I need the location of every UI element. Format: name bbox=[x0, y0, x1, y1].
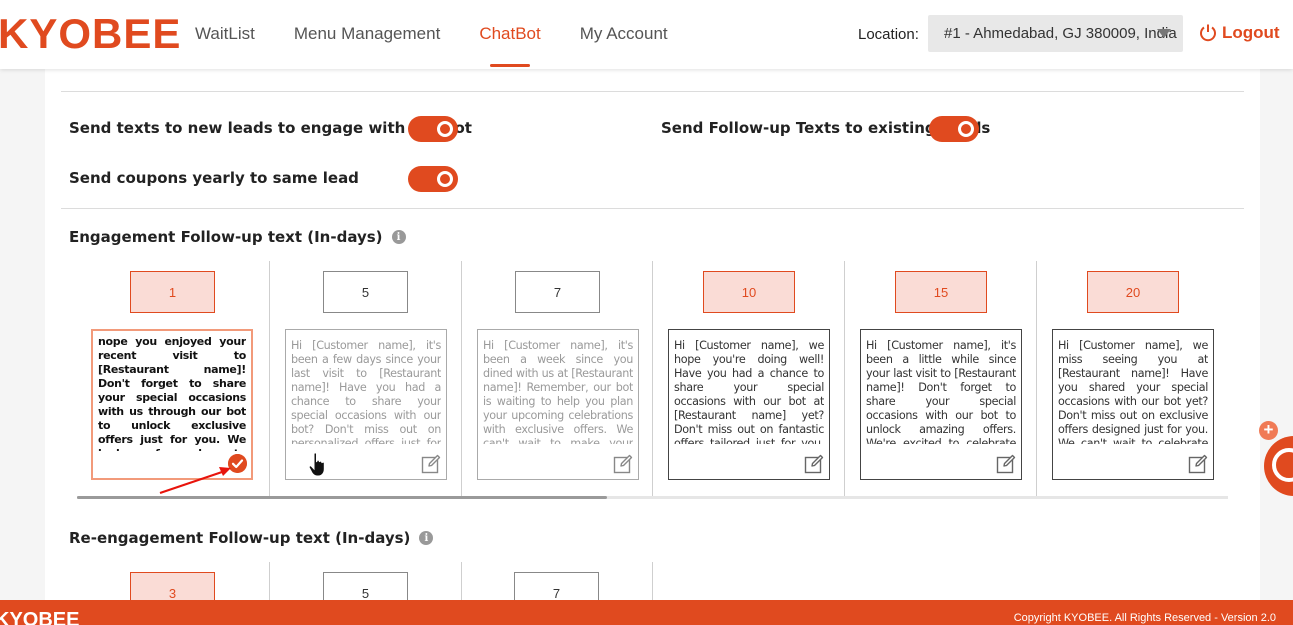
message-box-5: Hi [Customer name], it's been a little w… bbox=[860, 329, 1022, 480]
edit-icon[interactable] bbox=[996, 454, 1016, 474]
column-divider bbox=[652, 261, 653, 497]
plus-icon[interactable]: + bbox=[1259, 421, 1278, 440]
day-input-6[interactable]: 20 bbox=[1087, 271, 1179, 313]
day-input-3[interactable]: 7 bbox=[515, 271, 600, 313]
day-input-5[interactable]: 15 bbox=[895, 271, 987, 313]
message-text-3: Hi [Customer name], it's been a week sin… bbox=[483, 339, 633, 444]
horizontal-scrollbar-thumb[interactable] bbox=[77, 496, 607, 499]
column-divider bbox=[1036, 261, 1037, 497]
divider bbox=[61, 208, 1244, 209]
day-input-1[interactable]: 1 bbox=[130, 271, 215, 313]
edit-icon[interactable] bbox=[1188, 454, 1208, 474]
edit-icon[interactable] bbox=[421, 454, 441, 474]
toggle-coupons-label: Send coupons yearly to same lead bbox=[69, 169, 359, 187]
column-divider bbox=[269, 261, 270, 497]
engagement-title-text: Engagement Follow-up text (In-days) bbox=[69, 228, 383, 246]
message-editor-1[interactable]: nope you enjoyed your recent visit to [R… bbox=[91, 329, 253, 480]
hand-cursor-icon bbox=[308, 452, 325, 477]
message-box-6: Hi [Customer name], we miss seeing you a… bbox=[1052, 329, 1214, 480]
column-divider bbox=[461, 562, 462, 602]
chat-icon[interactable] bbox=[1264, 436, 1293, 496]
divider bbox=[61, 91, 1244, 92]
message-box-4: Hi [Customer name], we hope you're doing… bbox=[668, 329, 830, 480]
location-label: Location: bbox=[858, 26, 919, 43]
toggle-new-leads[interactable] bbox=[408, 116, 458, 142]
location-value: #1 - Ahmedabad, GJ 380009, India bbox=[944, 25, 1177, 42]
engagement-title: Engagement Follow-up text (In-days) i bbox=[69, 228, 406, 246]
nav-waitlist[interactable]: WaitList bbox=[195, 24, 255, 44]
main-nav: WaitList Menu Management ChatBot My Acco… bbox=[195, 24, 707, 67]
message-text-5: Hi [Customer name], it's been a little w… bbox=[866, 339, 1016, 444]
reengagement-title: Re-engagement Follow-up text (In-days) i bbox=[69, 529, 434, 547]
day-input-4[interactable]: 10 bbox=[703, 271, 795, 313]
toggle-coupons[interactable] bbox=[408, 166, 458, 192]
message-text-4: Hi [Customer name], we hope you're doing… bbox=[674, 339, 824, 444]
info-icon[interactable]: i bbox=[419, 531, 434, 545]
column-divider bbox=[269, 562, 270, 602]
edit-icon[interactable] bbox=[804, 454, 824, 474]
column-divider bbox=[844, 261, 845, 497]
column-divider bbox=[652, 562, 653, 602]
top-navbar: KYOBEE WaitList Menu Management ChatBot … bbox=[0, 0, 1293, 69]
footer-copyright: Copyright KYOBEE. All Rights Reserved - … bbox=[1013, 612, 1276, 624]
footer-logo: KYOBEE bbox=[0, 609, 80, 625]
reengagement-title-text: Re-engagement Follow-up text (In-days) bbox=[69, 529, 411, 547]
caret-down-icon bbox=[1157, 29, 1171, 38]
toggle-followup[interactable] bbox=[929, 116, 979, 142]
info-icon[interactable]: i bbox=[391, 230, 406, 244]
chatbot-settings-panel: Send texts to new leads to engage with t… bbox=[45, 69, 1260, 614]
kyobee-logo[interactable]: KYOBEE bbox=[0, 10, 181, 58]
logout-button[interactable]: Logout bbox=[1198, 23, 1280, 43]
nav-menu-management[interactable]: Menu Management bbox=[294, 24, 440, 44]
power-icon bbox=[1200, 24, 1216, 42]
logout-label: Logout bbox=[1222, 23, 1280, 42]
annotation-arrow bbox=[159, 467, 231, 495]
nav-chatbot[interactable]: ChatBot bbox=[479, 24, 541, 67]
edit-icon[interactable] bbox=[613, 454, 633, 474]
location-select[interactable]: #1 - Ahmedabad, GJ 380009, India bbox=[928, 15, 1183, 52]
message-text-6: Hi [Customer name], we miss seeing you a… bbox=[1058, 339, 1208, 444]
message-text-2: Hi [Customer name], it's been a few days… bbox=[291, 339, 441, 444]
message-text-1[interactable]: nope you enjoyed your recent visit to [R… bbox=[98, 335, 246, 451]
footer: KYOBEE Copyright KYOBEE. All Rights Rese… bbox=[0, 600, 1293, 625]
day-input-2[interactable]: 5 bbox=[323, 271, 408, 313]
message-box-3: Hi [Customer name], it's been a week sin… bbox=[477, 329, 639, 480]
column-divider bbox=[461, 261, 462, 497]
nav-my-account[interactable]: My Account bbox=[580, 24, 668, 44]
